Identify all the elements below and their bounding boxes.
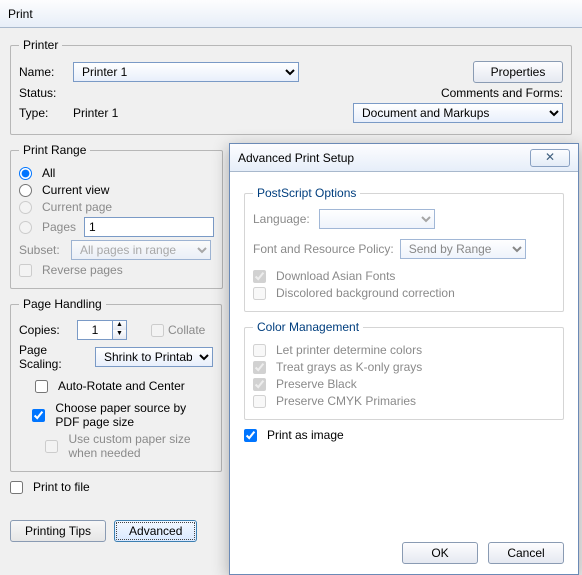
preservecmyk-label: Preserve CMYK Primaries xyxy=(276,394,416,408)
treatgrays-check xyxy=(253,361,266,374)
preserveblack-label: Preserve Black xyxy=(276,377,357,391)
ok-button[interactable]: OK xyxy=(402,542,478,564)
spin-up-icon[interactable]: ▲ xyxy=(113,321,126,330)
range-pages-radio xyxy=(19,221,32,234)
advanced-title-bar: Advanced Print Setup ✕ xyxy=(230,144,578,172)
properties-button[interactable]: Properties xyxy=(473,61,563,83)
comments-select[interactable]: Document and Markups xyxy=(353,103,563,123)
autorotate-label: Auto-Rotate and Center xyxy=(58,379,185,393)
postscript-legend: PostScript Options xyxy=(253,186,360,200)
spin-down-icon[interactable]: ▼ xyxy=(113,330,126,339)
policy-select: Send by Range xyxy=(400,239,526,259)
letprinter-check xyxy=(253,344,266,357)
language-select xyxy=(319,209,435,229)
range-legend: Print Range xyxy=(19,143,90,157)
choosepaper-label: Choose paper source by PDF page size xyxy=(55,401,213,429)
range-pages-input[interactable] xyxy=(84,217,214,237)
policy-label: Font and Resource Policy: xyxy=(253,242,394,256)
range-all-radio[interactable] xyxy=(19,167,32,180)
autorotate-check[interactable] xyxy=(35,380,48,393)
copies-input[interactable] xyxy=(78,321,112,339)
subset-select: All pages in range xyxy=(71,240,211,260)
reverse-check xyxy=(19,264,32,277)
print-to-file-check[interactable] xyxy=(10,481,23,494)
printer-legend: Printer xyxy=(19,38,62,52)
page-handling-group: Page Handling Copies: ▲▼ Collate Page Sc… xyxy=(10,297,222,472)
printing-tips-button[interactable]: Printing Tips xyxy=(10,520,106,542)
print-as-image-check[interactable] xyxy=(244,429,257,442)
advanced-button[interactable]: Advanced xyxy=(114,520,197,542)
dialog-body: Printer Name: Printer 1 Properties Statu… xyxy=(0,28,582,550)
type-label: Type: xyxy=(19,106,67,120)
treatgrays-label: Treat grays as K-only grays xyxy=(276,360,422,374)
download-asian-check xyxy=(253,270,266,283)
handling-legend: Page Handling xyxy=(19,297,106,311)
printer-name-select[interactable]: Printer 1 xyxy=(73,62,299,82)
title-bar: Print xyxy=(0,0,582,28)
print-range-group: Print Range All Current view Current pag… xyxy=(10,143,223,289)
discolored-check xyxy=(253,287,266,300)
range-pages-label: Pages xyxy=(42,220,78,234)
custompaper-check xyxy=(45,440,58,453)
close-button[interactable]: ✕ xyxy=(530,149,570,167)
collate-check xyxy=(151,324,164,337)
choosepaper-check[interactable] xyxy=(32,409,45,422)
subset-label: Subset: xyxy=(19,243,65,257)
language-label: Language: xyxy=(253,212,313,226)
download-asian-label: Download Asian Fonts xyxy=(276,269,395,283)
collate-label: Collate xyxy=(168,323,205,337)
range-currentpage-label: Current page xyxy=(42,200,112,214)
letprinter-label: Let printer determine colors xyxy=(276,343,422,357)
scaling-select[interactable]: Shrink to Printable Area xyxy=(95,347,213,367)
comments-label: Comments and Forms: xyxy=(441,86,563,100)
range-currentview-radio[interactable] xyxy=(19,184,32,197)
type-value: Printer 1 xyxy=(73,106,118,120)
advanced-dialog: Advanced Print Setup ✕ PostScript Option… xyxy=(229,143,579,575)
custompaper-label: Use custom paper size when needed xyxy=(68,432,213,460)
reverse-label: Reverse pages xyxy=(42,263,123,277)
postscript-group: PostScript Options Language: Font and Re… xyxy=(244,186,564,312)
scaling-label: Page Scaling: xyxy=(19,343,89,371)
range-currentpage-radio xyxy=(19,201,32,214)
cancel-button[interactable]: Cancel xyxy=(488,542,564,564)
color-mgmt-group: Color Management Let printer determine c… xyxy=(244,320,564,420)
range-all-label: All xyxy=(42,166,55,180)
print-as-image-label: Print as image xyxy=(267,428,344,442)
preserveblack-check xyxy=(253,378,266,391)
printer-group: Printer Name: Printer 1 Properties Statu… xyxy=(10,38,572,135)
name-label: Name: xyxy=(19,65,67,79)
window-title: Print xyxy=(8,7,33,21)
advanced-title: Advanced Print Setup xyxy=(238,151,354,165)
discolored-label: Discolored background correction xyxy=(276,286,455,300)
color-legend: Color Management xyxy=(253,320,363,334)
preservecmyk-check xyxy=(253,395,266,408)
copies-spinner[interactable]: ▲▼ xyxy=(77,320,127,340)
range-currentview-label: Current view xyxy=(42,183,109,197)
copies-label: Copies: xyxy=(19,323,71,337)
status-label: Status: xyxy=(19,86,67,100)
close-icon: ✕ xyxy=(545,150,555,164)
print-to-file-label: Print to file xyxy=(33,480,90,494)
